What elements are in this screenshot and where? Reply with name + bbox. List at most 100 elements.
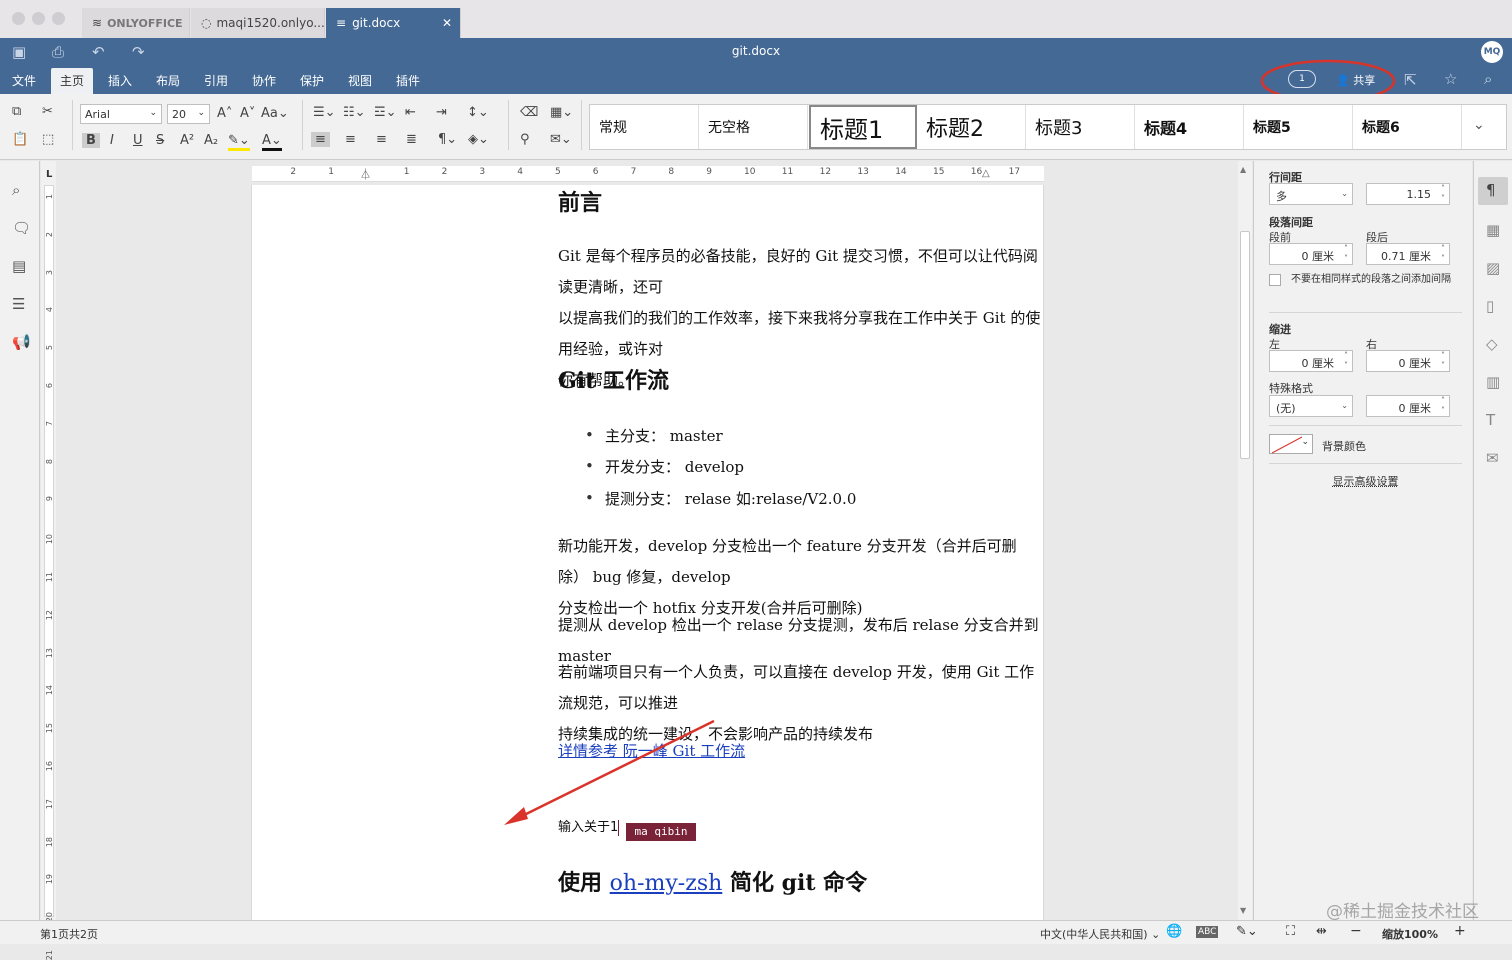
style-normal[interactable]: 常规 xyxy=(590,105,699,149)
scroll-down-icon[interactable]: ▼ xyxy=(1240,906,1246,915)
cut-icon[interactable]: ✂ xyxy=(42,104,53,119)
italic-icon[interactable]: I xyxy=(110,133,114,148)
chart-settings-icon[interactable]: ▥ xyxy=(1486,373,1500,391)
style-heading3[interactable]: 标题3 xyxy=(1026,105,1135,149)
oh-my-zsh-link[interactable]: oh-my-zsh xyxy=(610,871,723,896)
chat-icon[interactable]: ▤ xyxy=(12,257,26,275)
page-info[interactable]: 第1页共2页 xyxy=(40,926,98,942)
select-all-icon[interactable]: ⬚ xyxy=(42,132,54,147)
line-spacing-type-select[interactable]: 多 ⌄ xyxy=(1269,183,1353,205)
close-tab-icon[interactable]: ✕ xyxy=(442,16,452,30)
change-case-icon[interactable]: Aa⌄ xyxy=(261,106,289,121)
decrease-font-icon[interactable]: A˅ xyxy=(240,106,255,121)
style-heading1[interactable]: 标题1 xyxy=(809,105,917,149)
font-color-icon[interactable]: A⌄ xyxy=(262,133,282,151)
menu-protect[interactable]: 保护 xyxy=(300,72,324,89)
menu-view[interactable]: 视图 xyxy=(348,72,372,89)
textart-settings-icon[interactable]: T xyxy=(1486,411,1495,429)
menu-file[interactable]: 文件 xyxy=(12,72,36,89)
menu-insert[interactable]: 插入 xyxy=(108,72,132,89)
header-footer-icon[interactable]: ▯ xyxy=(1486,297,1494,315)
special-size-input[interactable]: 0 厘米 ˄ ˅ xyxy=(1366,395,1450,417)
style-heading4[interactable]: 标题4 xyxy=(1135,105,1244,149)
style-heading6[interactable]: 标题6 xyxy=(1353,105,1462,149)
avatar[interactable]: MQ xyxy=(1481,41,1503,63)
no-space-checkbox[interactable] xyxy=(1269,274,1281,286)
search-icon[interactable]: ⌕ xyxy=(12,181,20,199)
comments-icon[interactable]: 🗨 xyxy=(12,219,31,237)
maximize-window-button[interactable] xyxy=(52,12,65,25)
multilevel-list-icon[interactable]: ☲⌄ xyxy=(374,105,397,120)
spacing-before-input[interactable]: 0 厘米 ˄ ˅ xyxy=(1269,243,1353,265)
subscript-icon[interactable]: A₂ xyxy=(204,133,218,148)
menu-home[interactable]: 主页 xyxy=(51,68,94,94)
zoom-in-icon[interactable]: + xyxy=(1454,923,1466,939)
spellcheck-icon[interactable]: ABC xyxy=(1196,926,1219,938)
align-right-icon[interactable]: ≡ xyxy=(376,132,387,147)
superscript-icon[interactable]: A² xyxy=(180,133,194,148)
decrease-indent-icon[interactable]: ⇤ xyxy=(405,105,416,120)
clear-style-icon[interactable]: ⌫ xyxy=(520,105,538,120)
feedback-icon[interactable]: 📢 xyxy=(12,333,31,351)
font-name-select[interactable]: Arial ⌄ xyxy=(80,104,162,124)
search-icon[interactable]: ⌕ xyxy=(1484,70,1492,88)
menu-collaboration[interactable]: 协作 xyxy=(252,72,276,89)
scroll-up-icon[interactable]: ▲ xyxy=(1240,165,1246,174)
menu-references[interactable]: 引用 xyxy=(204,72,228,89)
scrollbar-thumb[interactable] xyxy=(1240,231,1250,459)
bold-icon[interactable]: B xyxy=(82,133,100,148)
table-settings-icon[interactable]: ▦ xyxy=(1486,221,1500,239)
indent-right-input[interactable]: 0 厘米 ˄ ˅ xyxy=(1366,350,1450,372)
background-color-picker[interactable]: ⌄ xyxy=(1269,434,1313,454)
bullet-list-icon[interactable]: ☰⌄ xyxy=(313,105,336,120)
font-size-select[interactable]: 20 ⌄ xyxy=(167,104,210,124)
color-scheme-icon[interactable]: ▦⌄ xyxy=(550,105,573,120)
line-spacing-value-input[interactable]: 1.15 ˄ ˅ xyxy=(1366,183,1450,205)
menu-layout[interactable]: 布局 xyxy=(156,72,180,89)
stepper-icon[interactable]: ˄ ˅ xyxy=(1441,351,1445,371)
fit-page-icon[interactable]: ⛶ xyxy=(1286,924,1295,939)
right-indent-marker[interactable]: △ xyxy=(982,168,990,179)
special-format-select[interactable]: (无) ⌄ xyxy=(1269,395,1353,417)
shape-settings-icon[interactable]: ◇ xyxy=(1486,335,1498,353)
highlight-icon[interactable]: ✎⌄ xyxy=(228,133,250,151)
indent-left-input[interactable]: 0 厘米 ˄ ˅ xyxy=(1269,350,1353,372)
style-heading2[interactable]: 标题2 xyxy=(917,105,1026,149)
strikethrough-icon[interactable]: S xyxy=(156,133,164,148)
menu-plugins[interactable]: 插件 xyxy=(396,72,420,89)
favorite-icon[interactable]: ☆ xyxy=(1444,70,1457,88)
track-changes-icon[interactable]: ✎⌄ xyxy=(1236,924,1258,939)
stepper-icon[interactable]: ˄ ˅ xyxy=(1441,184,1445,204)
open-location-icon[interactable]: ⇱ xyxy=(1404,71,1417,89)
style-heading5[interactable]: 标题5 xyxy=(1244,105,1353,149)
increase-font-icon[interactable]: A˄ xyxy=(217,106,232,121)
stepper-icon[interactable]: ˄ ˅ xyxy=(1441,244,1445,264)
stepper-icon[interactable]: ˄ ˅ xyxy=(1344,244,1348,264)
close-window-button[interactable] xyxy=(12,12,25,25)
paste-icon[interactable]: 📋 xyxy=(12,132,28,147)
align-center-icon[interactable]: ≡ xyxy=(345,132,356,147)
mail-merge-settings-icon[interactable]: ✉ xyxy=(1486,449,1499,467)
mail-merge-icon[interactable]: ✉⌄ xyxy=(550,132,572,147)
underline-icon[interactable]: U xyxy=(133,133,143,148)
spacing-after-input[interactable]: 0.71 厘米 ˄ ˅ xyxy=(1366,243,1450,265)
image-settings-icon[interactable]: ▨ xyxy=(1486,259,1500,277)
zoom-out-icon[interactable]: − xyxy=(1350,923,1362,939)
navigation-icon[interactable]: ☰ xyxy=(12,295,25,313)
align-left-icon[interactable]: ≡ xyxy=(311,132,330,147)
paragraph-marks-icon[interactable]: ¶⌄ xyxy=(438,132,457,147)
tab-onlyoffice[interactable]: ≋ ONLYOFFICE xyxy=(82,8,190,38)
zoom-level[interactable]: 缩放100% xyxy=(1382,926,1438,942)
copy-style-icon[interactable]: ⚲ xyxy=(520,132,530,147)
justify-icon[interactable]: ≣ xyxy=(406,132,417,147)
shading-icon[interactable]: ◈⌄ xyxy=(468,132,489,147)
line-spacing-icon[interactable]: ↕⌄ xyxy=(467,105,489,120)
copy-icon[interactable]: ⧉ xyxy=(12,104,21,119)
increase-indent-icon[interactable]: ⇥ xyxy=(436,105,447,120)
fit-width-icon[interactable]: ⇹ xyxy=(1316,924,1327,939)
stepper-icon[interactable]: ˄ ˅ xyxy=(1441,396,1445,416)
language-select[interactable]: 中文(中华人民共和国) ⌄ xyxy=(1040,926,1160,942)
show-advanced-settings-link[interactable]: 显示高级设置 xyxy=(1254,473,1477,489)
document-page[interactable]: 前言 Git 是每个程序员的必备技能，良好的 Git 提交习惯，不但可以让代码阅… xyxy=(251,185,1044,920)
expand-styles-icon[interactable]: ⌄ xyxy=(1473,117,1485,133)
